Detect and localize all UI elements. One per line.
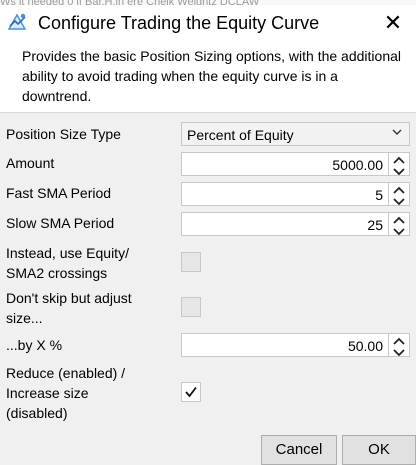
spin-down-icon[interactable] (389, 345, 409, 357)
fast-sma-spin (388, 183, 409, 206)
dialog-title: Configure Trading the Equity Curve (38, 13, 320, 33)
fast-sma-label: Fast SMA Period (6, 185, 112, 201)
check-icon (185, 386, 197, 398)
by-x-stepper[interactable]: 50.00 (181, 333, 410, 357)
dont-skip-label-line1: Don't skip but adjust (6, 290, 132, 306)
slow-sma-stepper[interactable]: 25 (181, 212, 410, 236)
chevron-down-icon (392, 125, 402, 145)
equity-sma2-label-line2: SMA2 crossings (6, 265, 108, 281)
fast-sma-value: 5 (375, 187, 383, 203)
by-x-spin (388, 334, 409, 357)
equity-sma2-checkbox[interactable] (181, 252, 201, 272)
by-x-value: 50.00 (347, 338, 383, 354)
description-text: Provides the basic Position Sizing optio… (22, 48, 401, 104)
title-bar: Configure Trading the Equity Curve ✕ (0, 5, 416, 41)
position-size-type-label: Position Size Type (6, 126, 121, 142)
spin-up-icon[interactable] (389, 334, 409, 345)
amount-spin (388, 153, 409, 176)
fast-sma-stepper[interactable]: 5 (181, 182, 410, 206)
amount-label: Amount (6, 155, 55, 171)
dont-skip-checkbox[interactable] (181, 297, 201, 317)
reduce-label-line1: Reduce (enabled) / (6, 365, 126, 381)
reduce-label-line2: Increase size (6, 385, 89, 401)
close-icon[interactable]: ✕ (370, 5, 416, 41)
equity-sma2-label-line1: Instead, use Equity/ (6, 245, 129, 261)
by-x-label: ...by X % (6, 337, 63, 353)
reduce-label-line3: (disabled) (6, 405, 68, 421)
position-size-type-select[interactable]: Percent of Equity (181, 122, 410, 146)
dont-skip-label-line2: size... (6, 310, 43, 326)
spin-down-icon[interactable] (389, 164, 409, 176)
amount-value: 5000.00 (332, 157, 383, 173)
position-size-type-value: Percent of Equity (187, 127, 294, 143)
slow-sma-value: 25 (367, 217, 383, 233)
spin-up-icon[interactable] (389, 153, 409, 164)
slow-sma-label: Slow SMA Period (6, 215, 115, 231)
description-panel: Provides the basic Position Sizing optio… (0, 41, 416, 113)
reduce-increase-checkbox[interactable] (181, 382, 201, 402)
amount-stepper[interactable]: 5000.00 (181, 152, 410, 176)
slow-sma-spin (388, 213, 409, 236)
spin-up-icon[interactable] (389, 183, 409, 194)
spin-down-icon[interactable] (389, 194, 409, 206)
spin-up-icon[interactable] (389, 213, 409, 224)
spin-down-icon[interactable] (389, 224, 409, 236)
chart-icon (7, 13, 27, 30)
